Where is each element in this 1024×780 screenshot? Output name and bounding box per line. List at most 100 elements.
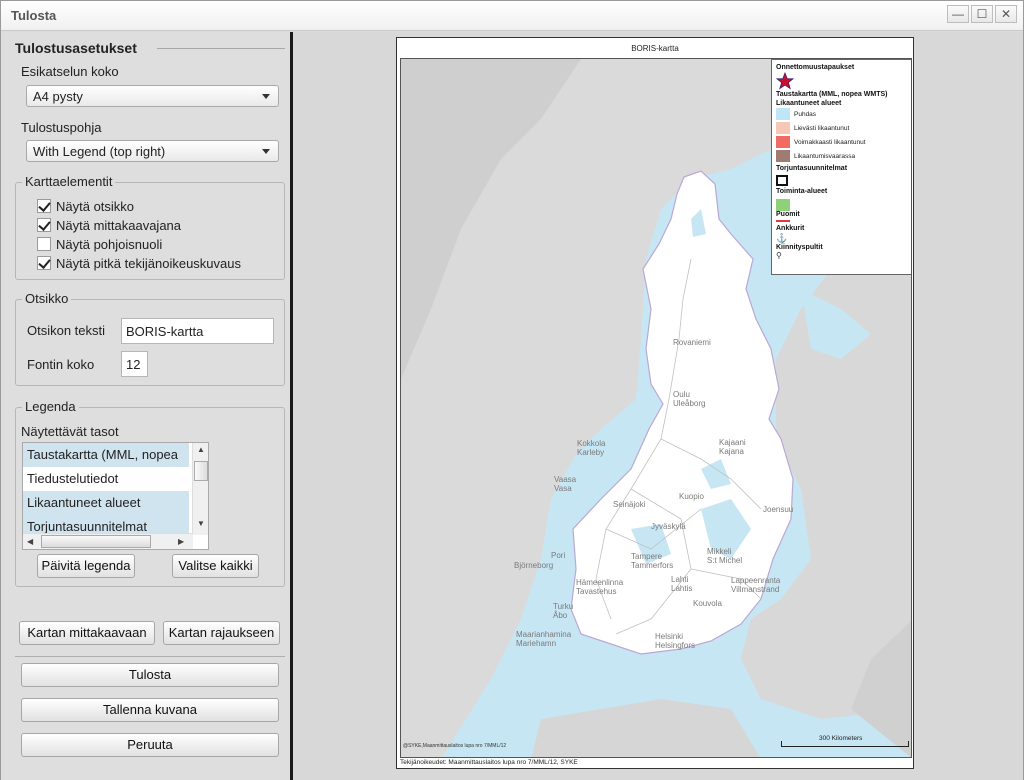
checkbox-label: Näytä mittakaavajana (56, 218, 182, 233)
checkbox-show-north-arrow[interactable]: Näytä pohjoisnuoli (37, 237, 162, 252)
city-label: Tavastehus (576, 587, 617, 596)
legend-plans: Torjuntasuunnitelmat (776, 165, 848, 172)
legend-swatch (776, 108, 790, 121)
city-label: Helsingfors (655, 641, 696, 650)
city-label: Björneborg (514, 561, 554, 570)
city-label: Seinäjoki (613, 500, 646, 509)
font-size-label: Fontin koko (27, 357, 95, 372)
checkbox-show-copyright[interactable]: Näytä pitkä tekijänoikeuskuvaus (37, 256, 241, 271)
layers-listbox[interactable]: Taustakartta (MML, nopea Tiedustelutiedo… (22, 442, 209, 550)
print-button[interactable]: Tulosta (21, 663, 279, 687)
city-label: Tampere (631, 552, 663, 561)
legend-swatch (776, 136, 790, 149)
legend-accidents: Onnettomuustapaukset (776, 64, 855, 71)
checkbox-label: Näytä otsikko (56, 199, 135, 214)
save-image-button[interactable]: Tallenna kuvana (21, 698, 279, 722)
preview-area: BORIS-kartta Rovaniemi Oulu Uleåborg Kok… (293, 32, 1023, 780)
window-title: Tulosta (11, 8, 57, 23)
layers-label: Näytettävät tasot (21, 424, 119, 439)
legend-group-title: Legenda (22, 399, 79, 414)
legend-item: Lievästi likaantunut (776, 122, 908, 136)
scroll-right-icon[interactable]: ▶ (178, 537, 184, 546)
city-label: Mariehamn (516, 639, 557, 648)
window-controls: — ☐ ✕ (947, 5, 1017, 23)
cancel-button[interactable]: Peruuta (21, 733, 279, 757)
bolt-pin-icon: ⚲ (776, 251, 782, 260)
scale-label: 300 Kilometers (819, 735, 863, 742)
checkbox-show-scalebar[interactable]: Näytä mittakaavajana (37, 218, 181, 233)
anchor-icon: ⚓ (776, 233, 788, 243)
city-label: Karleby (577, 448, 605, 457)
preview-size-value: A4 pysty (33, 89, 83, 104)
city-label: S:t Michel (707, 556, 743, 565)
checkbox-label: Näytä pitkä tekijänoikeuskuvaus (56, 256, 241, 271)
heading-text-input[interactable]: BORIS-kartta (121, 318, 274, 344)
checkbox-show-title[interactable]: Näytä otsikko (37, 199, 134, 214)
legend-anchors: Ankkurit (776, 225, 805, 232)
legend-item: Voimakkaasti likaantunut (776, 136, 908, 150)
list-item[interactable]: Taustakartta (MML, nopea (23, 443, 189, 467)
checkbox[interactable] (37, 218, 51, 232)
vertical-scrollbar[interactable]: ▲ ▼ (192, 443, 208, 535)
map-legend: Onnettomuustapaukset Taustakartta (MML, … (771, 59, 911, 275)
city-label: Tammerfors (631, 561, 674, 570)
city-label: Kokkola (577, 439, 606, 448)
button-divider (15, 656, 285, 657)
checkbox[interactable] (37, 256, 51, 270)
list-item[interactable]: Likaantuneet alueet (23, 491, 189, 515)
close-button[interactable]: ✕ (995, 5, 1017, 23)
preview-size-select[interactable]: A4 pysty (26, 85, 279, 107)
dashed-box-icon (776, 173, 908, 187)
city-label: Rovaniemi (673, 338, 711, 347)
template-label: Tulostuspohja (21, 120, 102, 135)
font-size-input[interactable]: 12 (121, 351, 148, 377)
title-bar[interactable]: Tulosta — ☐ ✕ (1, 1, 1023, 31)
scroll-down-icon[interactable]: ▼ (197, 519, 205, 528)
horizontal-scrollbar[interactable]: ◀ ▶ (23, 533, 193, 549)
settings-header: Tulostusasetukset (15, 40, 137, 56)
city-label: Åbo (553, 611, 568, 620)
list-item[interactable]: Tiedustelutiedot (23, 467, 189, 491)
legend-swatch (776, 122, 790, 135)
city-label: Oulu (673, 390, 690, 399)
legend-polluted: Likaantuneet alueet (776, 100, 842, 107)
city-label: Lappeenranta (731, 576, 781, 585)
legend-bolts: Kiinnityspultit (776, 244, 823, 251)
scroll-thumb[interactable] (41, 535, 151, 548)
header-divider (157, 48, 285, 49)
city-label: Kouvola (693, 599, 722, 608)
print-preview-page: BORIS-kartta Rovaniemi Oulu Uleåborg Kok… (396, 37, 914, 769)
refresh-legend-button[interactable]: Päivitä legenda (37, 554, 135, 578)
legend-booms: Puomit (776, 211, 800, 218)
map-scale-button[interactable]: Kartan mittakaavaan (19, 621, 155, 645)
map-title: BORIS-kartta (631, 44, 679, 53)
city-label: Jyväskylä (651, 522, 686, 531)
star-icon (775, 71, 908, 90)
chevron-down-icon (262, 94, 270, 99)
maximize-button[interactable]: ☐ (971, 5, 993, 23)
map-extent-button[interactable]: Kartan rajaukseen (163, 621, 280, 645)
city-label: Hämeenlinna (576, 578, 624, 587)
template-select[interactable]: With Legend (top right) (26, 140, 279, 162)
city-label: Helsinki (655, 632, 684, 641)
preview-size-label: Esikatselun koko (21, 64, 119, 79)
template-value: With Legend (top right) (33, 144, 166, 159)
city-label: Vaasa (554, 475, 577, 484)
attribution-text: Tekijänoikeudet: Maanmittauslaitos lupa … (400, 759, 578, 766)
checkbox[interactable] (37, 237, 51, 251)
legend-basemap: Taustakartta (MML, nopea WMTS) (776, 91, 888, 98)
checkbox[interactable] (37, 199, 51, 213)
attribution-small: @SYKE,Maanmittauslaitos lupa nro 7/MML/1… (403, 743, 507, 749)
heading-text-label: Otsikon teksti (27, 323, 106, 338)
scroll-up-icon[interactable]: ▲ (197, 445, 205, 454)
scroll-thumb[interactable] (194, 461, 208, 481)
city-label: Maarianhamina (516, 630, 572, 639)
city-label: Lahti (671, 575, 689, 584)
city-label: Mikkeli (707, 547, 732, 556)
city-label: Turku (553, 602, 574, 611)
city-label: Vasa (554, 484, 572, 493)
select-all-button[interactable]: Valitse kaikki (172, 554, 259, 578)
scroll-left-icon[interactable]: ◀ (27, 537, 33, 546)
minimize-button[interactable]: — (947, 5, 969, 23)
city-label: Pori (551, 551, 566, 560)
